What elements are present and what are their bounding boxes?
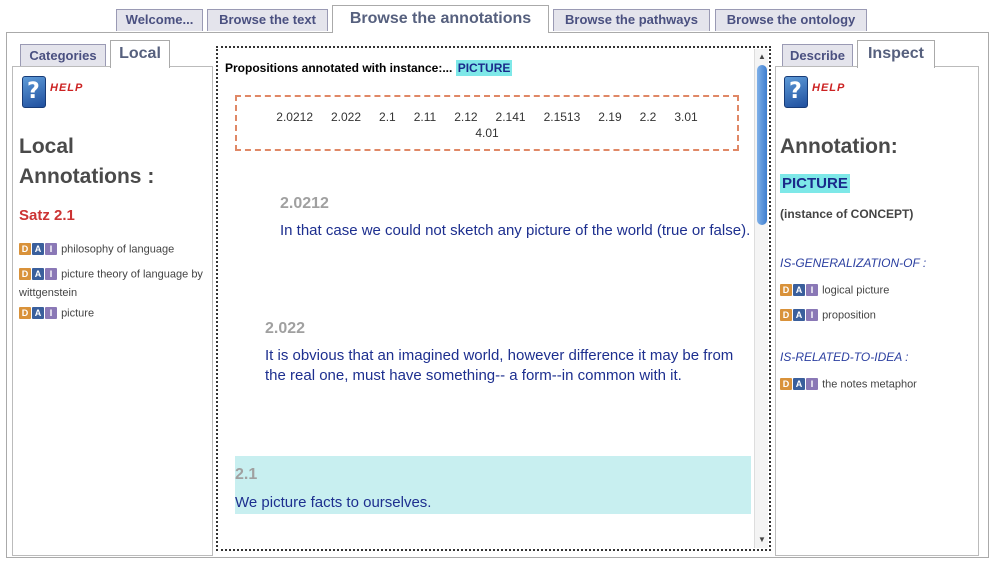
inspect-button[interactable]: I	[806, 378, 818, 390]
propositions-header: Propositions annotated with instance:...…	[225, 60, 513, 76]
annotate-button[interactable]: A	[32, 243, 44, 255]
dai-buttons: DAI	[19, 240, 58, 259]
annotate-button[interactable]: A	[32, 307, 44, 319]
tab-browse-text[interactable]: Browse the text	[207, 9, 328, 31]
describe-button[interactable]: D	[19, 307, 31, 319]
tab-describe[interactable]: Describe	[782, 44, 853, 66]
instance-badge: PICTURE	[780, 174, 850, 193]
proposition-text: We picture facts to ourselves.	[235, 494, 432, 511]
proposition-number: 2.0212	[280, 195, 329, 212]
inspect-button[interactable]: I	[806, 284, 818, 296]
prop-number-link[interactable]: 2.1	[379, 110, 396, 124]
describe-button[interactable]: D	[19, 243, 31, 255]
tab-categories[interactable]: Categories	[20, 44, 106, 66]
list-item: DAI the notes metaphor	[780, 375, 975, 394]
list-item: DAI logical picture	[780, 281, 975, 300]
dai-buttons: DAI	[780, 375, 819, 394]
tab-browse-ontology[interactable]: Browse the ontology	[715, 9, 867, 31]
local-annotations-heading-line2: Annotations :	[19, 165, 155, 188]
describe-button[interactable]: D	[780, 284, 792, 296]
dai-buttons: DAI	[780, 306, 819, 325]
scroll-thumb[interactable]	[757, 65, 767, 225]
annotation-label[interactable]: picture	[61, 307, 94, 319]
related-label[interactable]: logical picture	[822, 284, 889, 296]
inspect-button[interactable]: I	[45, 307, 57, 319]
tab-local[interactable]: Local	[110, 40, 170, 68]
annotate-button[interactable]: A	[793, 378, 805, 390]
propositions-panel[interactable]: Propositions annotated with instance:...…	[216, 46, 771, 551]
tab-inspect[interactable]: Inspect	[857, 40, 935, 68]
prop-number-link[interactable]: 2.12	[454, 110, 477, 124]
tab-welcome[interactable]: Welcome...	[116, 9, 203, 31]
prop-number-link[interactable]: 2.141	[496, 110, 526, 124]
help-button[interactable]: HELP	[782, 74, 872, 112]
describe-button[interactable]: D	[780, 309, 792, 321]
annotation-heading: Annotation:	[780, 135, 898, 158]
relation-label: IS-GENERALIZATION-OF :	[780, 256, 927, 270]
help-label: HELP	[812, 82, 846, 94]
list-item: DAI picture	[19, 304, 204, 323]
list-item: DAI picture theory of language by wittge…	[19, 265, 209, 303]
prop-number-link[interactable]: 2.19	[598, 110, 621, 124]
help-icon	[22, 76, 46, 108]
describe-button[interactable]: D	[19, 268, 31, 280]
prop-number-link[interactable]: 4.01	[475, 126, 498, 140]
help-button[interactable]: HELP	[20, 74, 110, 112]
prop-number-link[interactable]: 3.01	[674, 110, 697, 124]
describe-button[interactable]: D	[780, 378, 792, 390]
instance-of-label: (instance of CONCEPT)	[780, 207, 914, 221]
local-annotations-heading-line1: Local	[19, 135, 74, 158]
prop-number-link[interactable]: 2.022	[331, 110, 361, 124]
proposition-number-list: 2.0212 2.022 2.1 2.11 2.12 2.141 2.1513 2.19 2.2…	[235, 95, 739, 151]
proposition-text: It is obvious that an imagined world, ho…	[265, 347, 734, 384]
tab-browse-pathways[interactable]: Browse the pathways	[553, 9, 710, 31]
main-tab-bar: Welcome... Browse the text Browse the an…	[0, 0, 992, 33]
inspect-button[interactable]: I	[806, 309, 818, 321]
prop-number-link[interactable]: 2.0212	[276, 110, 313, 124]
header-instance: PICTURE	[455, 60, 513, 76]
vertical-scrollbar[interactable]: ▲ ▼	[754, 49, 768, 548]
proposition-number: 2.022	[265, 320, 306, 337]
related-label[interactable]: proposition	[822, 309, 876, 321]
help-label: HELP	[50, 82, 84, 94]
scroll-up-icon[interactable]: ▲	[757, 52, 767, 62]
annotate-button[interactable]: A	[793, 309, 805, 321]
satz-label: Satz 2.1	[19, 207, 75, 224]
related-label[interactable]: the notes metaphor	[822, 378, 917, 390]
dai-buttons: DAI	[19, 304, 58, 323]
annotation-label[interactable]: philosophy of language	[61, 243, 174, 255]
dai-buttons: DAI	[780, 281, 819, 300]
list-item: DAI philosophy of language	[19, 240, 204, 259]
help-icon	[784, 76, 808, 108]
annotate-button[interactable]: A	[32, 268, 44, 280]
prop-number-link[interactable]: 2.1513	[544, 110, 581, 124]
list-item: DAI proposition	[780, 306, 975, 325]
tab-browse-annotations[interactable]: Browse the annotations	[332, 5, 549, 33]
prop-number-link[interactable]: 2.11	[414, 110, 436, 124]
inspect-button[interactable]: I	[45, 243, 57, 255]
scroll-down-icon[interactable]: ▼	[757, 535, 767, 545]
inspect-button[interactable]: I	[45, 268, 57, 280]
relation-label: IS-RELATED-TO-IDEA :	[780, 350, 909, 364]
dai-buttons: DAI	[19, 265, 58, 284]
prop-number-link[interactable]: 2.2	[640, 110, 657, 124]
header-prefix: Propositions annotated with instance:...	[225, 61, 453, 75]
proposition-number: 2.1	[235, 466, 258, 483]
annotate-button[interactable]: A	[793, 284, 805, 296]
proposition-text: In that case we could not sketch any pic…	[280, 222, 751, 239]
